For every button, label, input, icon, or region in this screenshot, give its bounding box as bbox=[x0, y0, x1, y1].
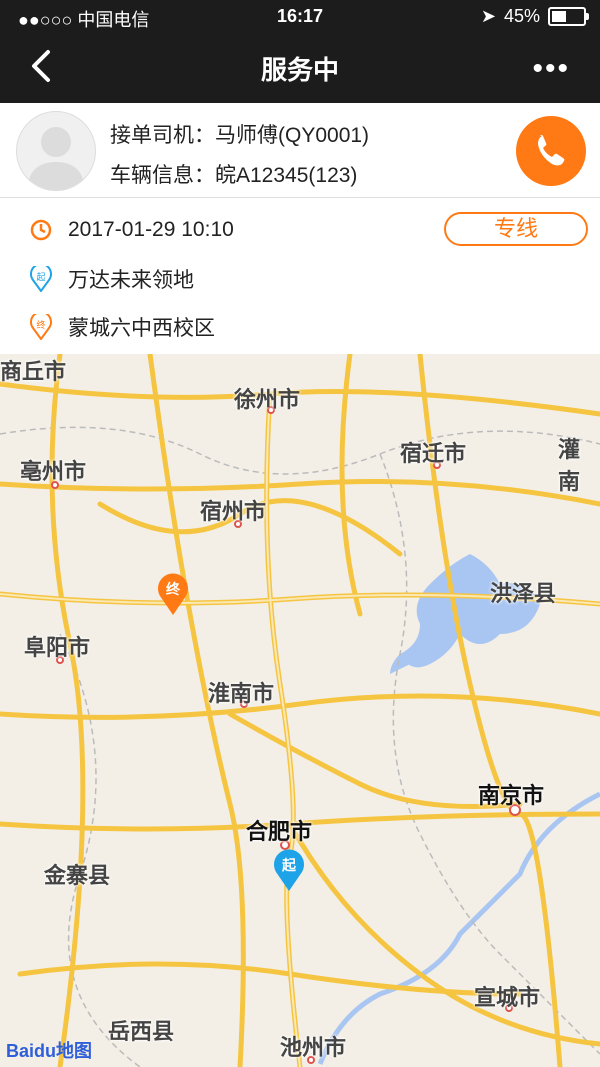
city-label: 南京市 bbox=[478, 783, 545, 808]
page-title: 服务中 bbox=[260, 55, 339, 85]
end-location: 蒙城六中西校区 bbox=[68, 317, 215, 340]
end-row: 终 蒙城六中西校区 bbox=[30, 312, 215, 342]
start-pin-label: 起 bbox=[281, 857, 297, 873]
lake bbox=[400, 554, 540, 668]
end-badge: 终 bbox=[36, 319, 45, 330]
driver-name: 接单司机：马师傅(QY0001) bbox=[110, 124, 370, 147]
phone-icon bbox=[538, 135, 565, 166]
map-view[interactable]: 商丘市 徐州市 宿迁市 灌南 亳州市 宿州市 洪泽县 阜阳市 淮南市 南京市 合… bbox=[0, 354, 600, 1067]
city-label: 洪泽县 bbox=[490, 581, 557, 606]
city-label: 宣城市 bbox=[474, 985, 541, 1010]
baidu-map-logo: Baidu地图 bbox=[6, 1041, 93, 1061]
city-label: 淮南市 bbox=[208, 681, 275, 706]
trip-time: 2017-01-29 10:10 bbox=[68, 218, 234, 241]
start-marker-icon: 起 bbox=[30, 266, 52, 292]
city-label: 灌南 bbox=[558, 437, 581, 494]
status-right: ➤ 45% bbox=[480, 6, 589, 27]
city-label: 亳州市 bbox=[20, 459, 87, 484]
end-pin-icon[interactable]: 终 bbox=[156, 572, 190, 616]
location-icon: ➤ bbox=[480, 6, 496, 26]
call-button[interactable] bbox=[516, 116, 586, 186]
start-pin-icon[interactable]: 起 bbox=[272, 848, 306, 892]
battery-icon bbox=[548, 7, 589, 26]
end-marker-icon: 终 bbox=[30, 314, 52, 340]
map-roads bbox=[0, 354, 600, 1067]
status-bar: ●●○○○ 中国电信 16:17 ➤ 45% bbox=[0, 0, 600, 34]
city-label: 池州市 bbox=[280, 1035, 347, 1060]
battery-percent: 45% bbox=[503, 6, 540, 26]
avatar bbox=[16, 111, 96, 191]
city-label: 宿迁市 bbox=[400, 441, 467, 466]
trip-info: 2017-01-29 10:10 专线 起 万达未来领地 终 蒙城六中西校区 bbox=[0, 198, 600, 354]
city-label: 岳西县 bbox=[108, 1019, 175, 1044]
line-type-button[interactable]: 专线 bbox=[444, 212, 588, 246]
city-label: 金寨县 bbox=[44, 863, 111, 888]
end-pin-label: 终 bbox=[166, 581, 181, 597]
start-badge: 起 bbox=[36, 272, 45, 282]
driver-card: 接单司机：马师傅(QY0001) 车辆信息：皖A12345(123) bbox=[0, 103, 600, 198]
more-menu-icon[interactable]: ••• bbox=[532, 52, 570, 86]
city-label: 阜阳市 bbox=[24, 635, 91, 660]
start-location: 万达未来领地 bbox=[68, 269, 194, 292]
city-label: 徐州市 bbox=[234, 387, 301, 412]
city-label: 合肥市 bbox=[246, 819, 313, 844]
vehicle-info: 车辆信息：皖A12345(123) bbox=[110, 164, 358, 187]
clock-icon bbox=[30, 219, 52, 241]
city-label: 宿州市 bbox=[200, 499, 267, 524]
trip-time-row: 2017-01-29 10:10 bbox=[30, 218, 234, 242]
city-label: 商丘市 bbox=[0, 359, 67, 384]
start-row: 起 万达未来领地 bbox=[30, 264, 194, 294]
top-bar: ●●○○○ 中国电信 16:17 ➤ 45% 服务中 ••• bbox=[0, 0, 600, 103]
user-silhouette-icon bbox=[27, 127, 85, 190]
